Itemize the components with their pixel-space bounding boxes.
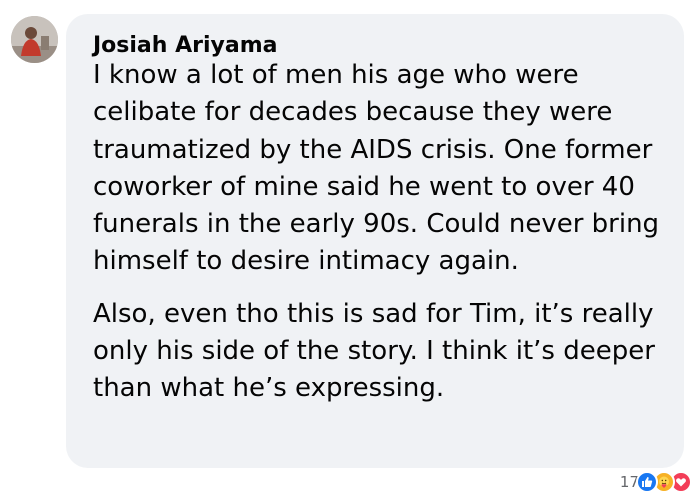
like-icon	[636, 471, 658, 493]
comment-paragraph: I know a lot of men his age who were cel…	[93, 60, 660, 277]
reaction-summary[interactable]: 17	[620, 470, 692, 494]
avatar[interactable]	[11, 16, 58, 63]
comment-paragraph: Also, even tho this is sad for Tim, it’s…	[93, 298, 655, 404]
comment-author-name[interactable]: Josiah Ariyama	[93, 32, 664, 60]
comment-bubble: Josiah Ariyama I know a lot of men his a…	[66, 14, 684, 468]
